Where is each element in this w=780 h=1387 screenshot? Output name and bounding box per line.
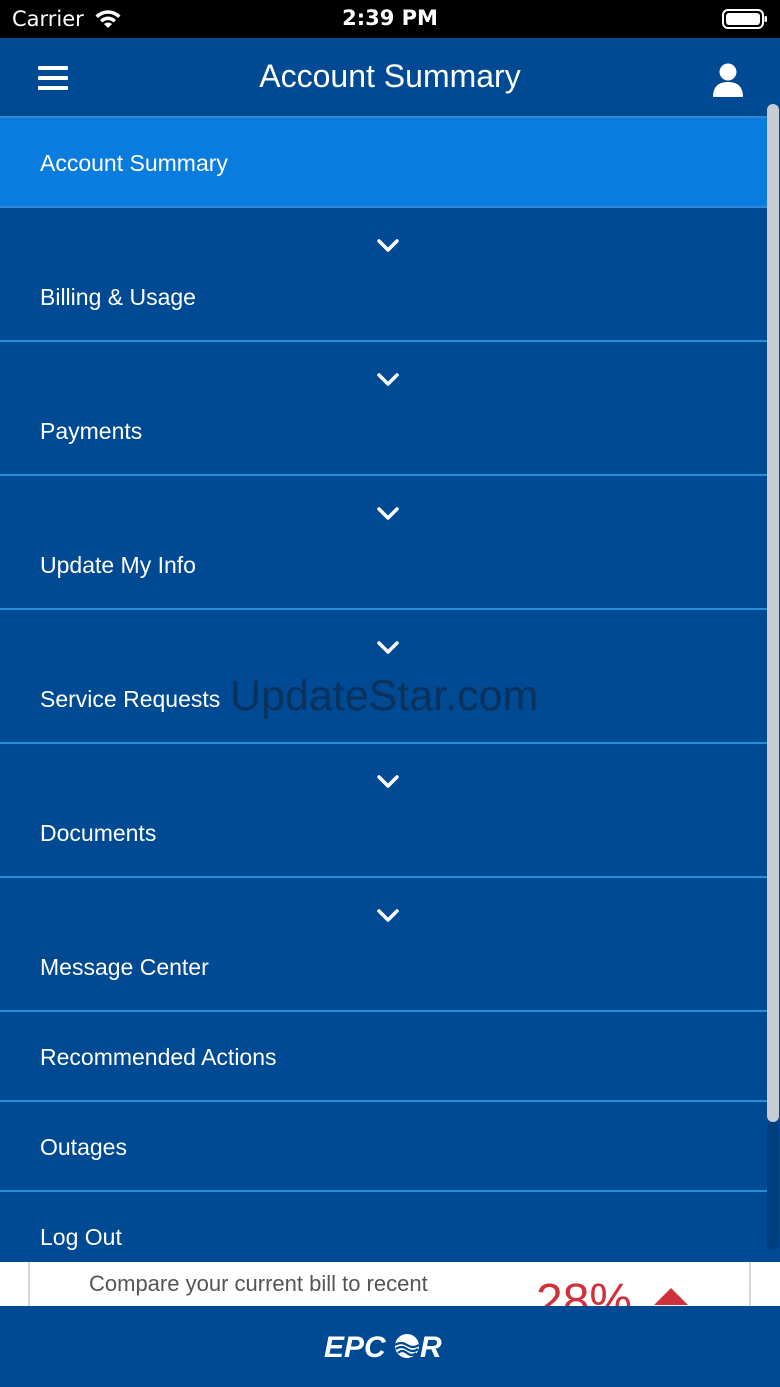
chevron-down-icon[interactable] xyxy=(376,506,400,522)
epcor-logo: EPC R xyxy=(324,1331,442,1364)
menu-item-documents[interactable]: Documents xyxy=(0,744,767,878)
app-header: Account Summary xyxy=(0,38,780,116)
menu-item-label: Billing & Usage xyxy=(40,284,196,310)
bill-change-percent: 28% xyxy=(536,1275,633,1306)
menu-item-account-summary[interactable]: Account Summary xyxy=(0,116,767,208)
menu-item-payments[interactable]: Payments xyxy=(0,342,767,476)
svg-text:R: R xyxy=(420,1331,442,1364)
scrollbar-lower-track xyxy=(767,1122,779,1250)
menu-item-label: Service Requests xyxy=(40,686,221,712)
menu-item-outages[interactable]: Outages xyxy=(0,1102,767,1192)
chevron-down-icon[interactable] xyxy=(376,372,400,388)
svg-text:EPC: EPC xyxy=(324,1331,387,1364)
bill-comparison-card[interactable]: Compare your current bill to recent 28% xyxy=(0,1262,780,1306)
menu-item-label: Message Center xyxy=(40,954,209,980)
menu-item-service-requests[interactable]: Service Requests xyxy=(0,610,767,744)
menu-item-label: Account Summary xyxy=(40,150,228,176)
chevron-down-icon[interactable] xyxy=(376,908,400,924)
chevron-down-icon[interactable] xyxy=(376,640,400,656)
app-footer: EPC R xyxy=(0,1306,780,1387)
menu-item-label: Recommended Actions xyxy=(40,1044,277,1070)
menu-item-label: Log Out xyxy=(40,1224,122,1250)
card-border xyxy=(749,1262,751,1306)
scrollbar-thumb[interactable] xyxy=(767,104,779,1122)
menu-item-label: Payments xyxy=(40,418,143,444)
status-bar: Carrier 2:39 PM xyxy=(0,0,780,38)
battery-icon xyxy=(722,9,767,29)
status-time: 2:39 PM xyxy=(342,6,438,30)
chevron-down-icon[interactable] xyxy=(376,774,400,790)
user-profile-icon[interactable] xyxy=(712,62,744,98)
menu-item-recommended-actions[interactable]: Recommended Actions xyxy=(0,1012,767,1102)
chevron-down-icon[interactable] xyxy=(376,238,400,254)
arrow-up-icon xyxy=(654,1288,688,1305)
menu-item-label: Outages xyxy=(40,1134,127,1160)
card-border xyxy=(28,1262,30,1306)
page-title: Account Summary xyxy=(259,58,521,94)
menu-item-message-center[interactable]: Message Center xyxy=(0,878,767,1012)
navigation-menu: Account Summary Billing & Usage Payments… xyxy=(0,116,767,1282)
menu-item-billing-usage[interactable]: Billing & Usage xyxy=(0,208,767,342)
bill-comparison-text: Compare your current bill to recent xyxy=(89,1271,428,1296)
menu-item-update-my-info[interactable]: Update My Info xyxy=(0,476,767,610)
menu-item-label: Documents xyxy=(40,820,157,846)
menu-item-label: Update My Info xyxy=(40,552,196,578)
